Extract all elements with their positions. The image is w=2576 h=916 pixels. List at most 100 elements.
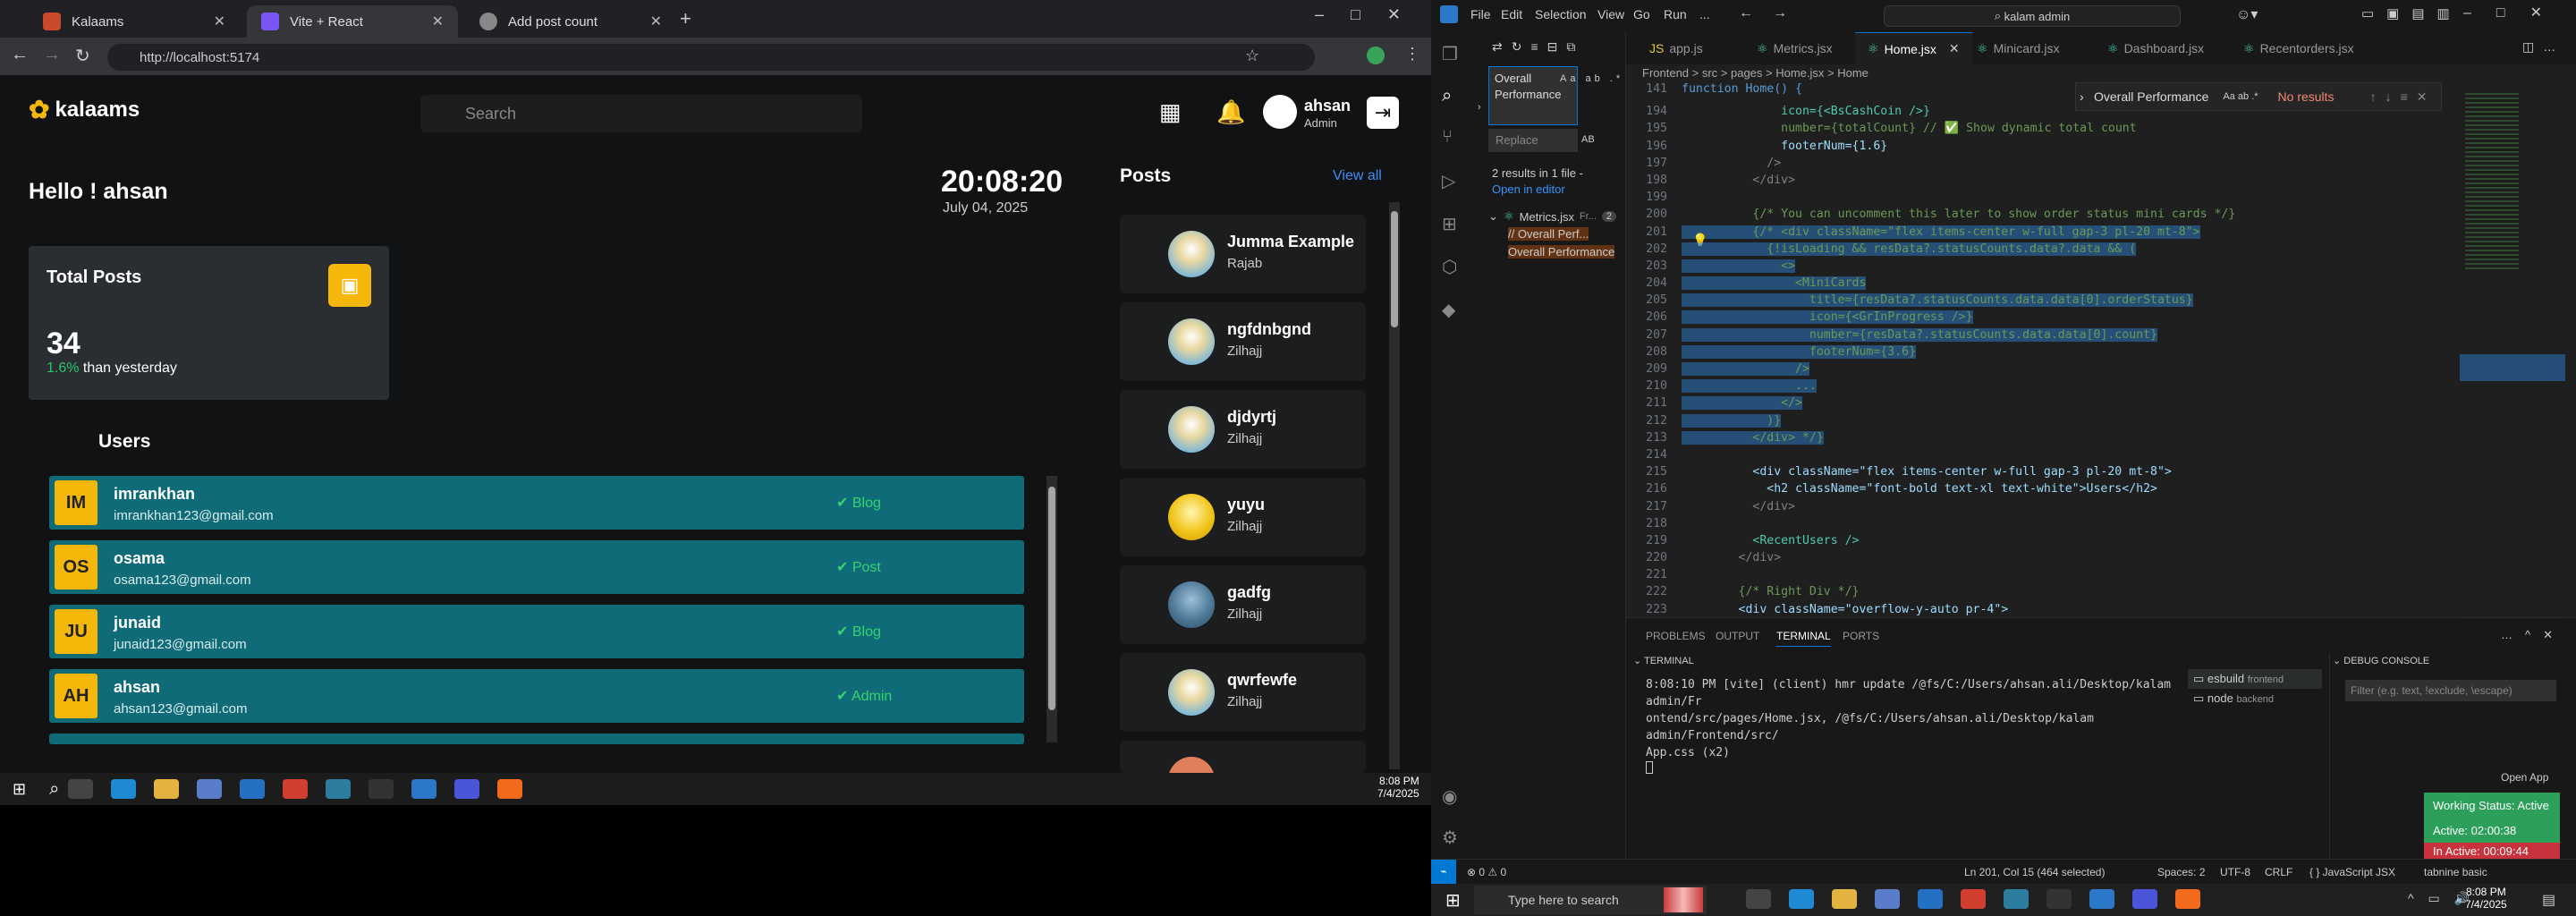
encoding[interactable]: UTF-8 <box>2220 866 2250 878</box>
editor-tab[interactable]: ⚛ Minicard.jsx <box>1964 32 2072 64</box>
code-line[interactable]: 212 )} <box>1626 412 2576 429</box>
code-line[interactable]: 203 <> <box>1626 258 2576 275</box>
toggle-replace-icon[interactable]: › <box>1478 102 1481 113</box>
bookmark-star-icon[interactable]: ☆ <box>1245 47 1259 65</box>
post-item[interactable]: djdyrtj Zilhajj <box>1120 390 1366 469</box>
close-icon[interactable]: ✕ <box>1949 41 1960 56</box>
edge-icon[interactable] <box>111 779 137 799</box>
code-line[interactable]: 215 <div className="flex items-center w-… <box>1626 463 2576 480</box>
posts-scrollbar[interactable] <box>1389 202 1400 769</box>
panel-tab-problems[interactable]: PROBLEMS <box>1646 630 1706 642</box>
code-line[interactable]: 214 <box>1626 446 2576 463</box>
terminal-item[interactable]: ▭ esbuild frontend <box>2188 669 2322 689</box>
url-field[interactable]: http://localhost:5174 <box>107 44 1315 71</box>
app-icon[interactable] <box>2004 889 2029 909</box>
close-icon[interactable]: ✕ <box>214 13 225 30</box>
code-line[interactable]: 222 {/* Right Div */} <box>1626 583 2576 600</box>
find-widget[interactable]: › Overall Performance Aa ab .* No result… <box>2075 82 2442 111</box>
user-row[interactable]: AH ahsan ahsan123@gmail.com ✔ Admin <box>49 669 1024 723</box>
code-line[interactable]: 209 /> <box>1626 360 2576 377</box>
menu-file[interactable]: File <box>1470 7 1491 21</box>
panel-tab-ports[interactable]: PORTS <box>1843 630 1879 642</box>
menu-more[interactable]: ... <box>1699 7 1710 21</box>
grid-icon[interactable]: ▦ <box>1159 98 1182 126</box>
code-line[interactable]: 218 <box>1626 515 2576 532</box>
replace-input[interactable]: Replace <box>1488 129 1578 152</box>
new-tab-button[interactable]: + <box>680 7 691 30</box>
minimap[interactable] <box>2460 86 2565 617</box>
user-avatar-icon[interactable] <box>1263 95 1297 129</box>
debug-filter-input[interactable]: Filter (e.g. text, !exclude, \escape) <box>2345 680 2556 701</box>
code-line[interactable]: 207 number={resData?.statusCounts.data.d… <box>1626 327 2576 344</box>
nav-arrows[interactable]: ←→ <box>1739 5 1807 21</box>
code-line[interactable]: 223 <div className="overflow-y-auto pr-4… <box>1626 601 2576 618</box>
code-line[interactable]: 195 number={totalCount} // ✅ Show dynami… <box>1626 120 2576 137</box>
search-input[interactable]: Search <box>420 95 862 132</box>
app-icon[interactable] <box>326 779 352 799</box>
code-line[interactable]: 200 {/* You can uncomment this later to … <box>1626 206 2576 223</box>
view-all-link[interactable]: View all <box>1333 168 1382 184</box>
edge-icon[interactable] <box>1789 889 1814 909</box>
debug-console-header[interactable]: ⌄ DEBUG CONSOLE <box>2333 655 2429 666</box>
browser-tab-vite[interactable]: Vite + React ✕ <box>247 5 458 38</box>
explorer-icon[interactable] <box>154 779 180 799</box>
indentation[interactable]: Spaces: 2 <box>2157 866 2205 878</box>
search-result-file[interactable]: ⌄ ⚛ Metrics.jsx Fr... 2 <box>1488 209 1617 224</box>
close-icon[interactable]: ✕ <box>432 13 444 30</box>
menu-edit[interactable]: Edit <box>1501 7 1522 21</box>
menu-run[interactable]: Run <box>1664 7 1687 21</box>
close-icon[interactable]: ✕ <box>650 13 662 30</box>
editor-tab[interactable]: JS app.js <box>1637 32 1716 64</box>
user-row[interactable]: OS osama osama123@gmail.com ✔ Post <box>49 540 1024 594</box>
back-icon[interactable]: ← <box>11 45 29 65</box>
post-item[interactable]: Jumma Example Rajab <box>1120 215 1366 293</box>
code-line[interactable]: 196 footerNum={1.6} <box>1626 138 2576 155</box>
store-icon[interactable] <box>197 779 223 799</box>
manage-gear-icon[interactable]: ⚙ <box>1442 827 1463 848</box>
forward-icon[interactable]: → <box>43 45 61 65</box>
windows-start-icon[interactable]: ⊞ <box>1445 889 1461 912</box>
panel-tab-output[interactable]: OUTPUT <box>1716 630 1759 642</box>
browser-menu-icon[interactable]: ⋮ <box>1404 45 1420 64</box>
windows-start-icon[interactable]: ⊞ <box>13 780 26 799</box>
code-line[interactable]: 201 {/* <div className="flex items-cente… <box>1626 224 2576 241</box>
open-app-button[interactable]: Open App <box>2501 771 2548 784</box>
vscode-window-controls[interactable]: –□✕ <box>2463 4 2567 21</box>
remote-indicator-icon[interactable]: ⌁ <box>1431 860 1456 884</box>
breadcrumb[interactable]: Frontend > src > pages > Home.jsx > Home <box>1642 66 1868 80</box>
user-row[interactable]: IM imrankhan imrankhan123@gmail.com ✔ Bl… <box>49 476 1024 530</box>
terminal-icon[interactable] <box>369 779 394 799</box>
sticky-scroll-line[interactable]: 141 function Home() { <box>1626 82 2046 100</box>
terminal-icon[interactable] <box>2046 889 2072 909</box>
code-editor[interactable]: 193 title="Total Posts"194 icon={<BsCash… <box>1626 86 2576 617</box>
code-line[interactable]: 213 </div> */} <box>1626 429 2576 446</box>
task-view-icon[interactable] <box>1746 889 1771 909</box>
bell-icon[interactable]: 🔔 <box>1216 98 1245 126</box>
store-icon[interactable] <box>1875 889 1900 909</box>
chrome-icon[interactable] <box>1961 889 1986 909</box>
zoom-icon[interactable] <box>454 779 480 799</box>
code-line[interactable]: 205 title={resData?.statusCounts.data.da… <box>1626 292 2576 309</box>
panel-tab-terminal[interactable]: TERMINAL <box>1776 630 1831 647</box>
scroll-thumb[interactable] <box>1048 487 1055 710</box>
mail-icon[interactable] <box>240 779 266 799</box>
notifications-icon[interactable]: ▤ <box>2542 891 2555 909</box>
code-line[interactable]: 208 footerNum={3.6} <box>1626 344 2576 360</box>
editor-tab-active[interactable]: ⚛ Home.jsx ✕ <box>1855 32 1972 64</box>
tabnine-status[interactable]: tabnine basic <box>2424 866 2487 878</box>
code-line[interactable]: 216 <h2 className="font-bold text-xl tex… <box>1626 480 2576 497</box>
menu-view[interactable]: View <box>1597 7 1624 21</box>
code-line[interactable]: 202 {!isLoading && resData?.statusCounts… <box>1626 241 2576 258</box>
mongodb-icon[interactable]: ◆ <box>1442 299 1463 320</box>
taskbar-search-icon[interactable]: ⌕ <box>49 779 59 800</box>
account-icon[interactable]: ◉ <box>1442 785 1463 807</box>
reload-icon[interactable]: ↻ <box>75 45 90 67</box>
code-line[interactable]: 206 icon={<GrInProgress />} <box>1626 309 2576 326</box>
code-line[interactable]: 217 </div> <box>1626 498 2576 515</box>
browser-tab-add-post-count[interactable]: Add post count ✕ <box>465 5 676 38</box>
problems-indicator[interactable]: ⊗ 0 ⚠ 0 <box>1467 866 1506 878</box>
menu-go[interactable]: Go <box>1633 7 1650 21</box>
code-line[interactable]: 210 ... <box>1626 377 2576 394</box>
user-row[interactable]: JU junaid junaid123@gmail.com ✔ Blog <box>49 605 1024 658</box>
preserve-case-icon[interactable]: AB <box>1581 134 1595 145</box>
